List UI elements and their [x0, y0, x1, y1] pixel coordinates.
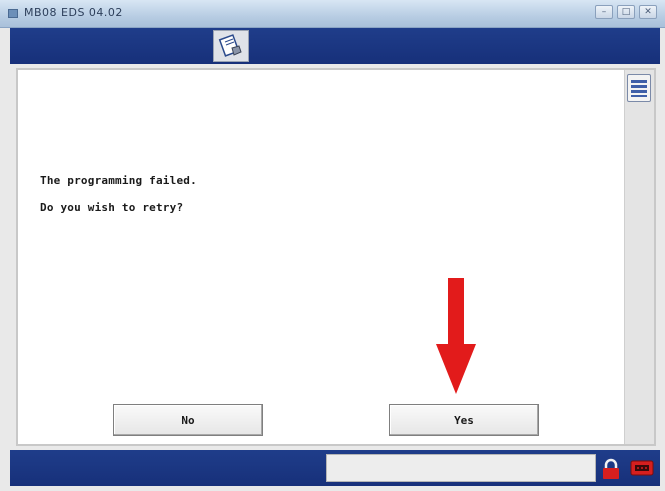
side-strip: [624, 70, 654, 444]
lock-icon[interactable]: [600, 458, 622, 480]
yes-button[interactable]: Yes: [389, 404, 539, 436]
obd-connector-icon[interactable]: [630, 457, 654, 479]
document-hand-icon[interactable]: [213, 30, 249, 62]
message-retry-question: Do you wish to retry?: [40, 201, 184, 214]
maximize-button[interactable]: □: [617, 5, 635, 19]
window-title: MB08 EDS 04.02: [24, 6, 123, 19]
bottom-statusbar: [10, 450, 660, 486]
dialog-panel: The programming failed. Do you wish to r…: [16, 68, 656, 446]
close-button[interactable]: ✕: [639, 5, 657, 19]
minimize-button[interactable]: –: [595, 5, 613, 19]
app-window-icon: [8, 9, 18, 18]
message-programming-failed: The programming failed.: [40, 174, 197, 187]
window-controls: – □ ✕: [595, 5, 657, 19]
no-button[interactable]: No: [113, 404, 263, 436]
status-field: [326, 454, 596, 482]
window-titlebar: MB08 EDS 04.02 – □ ✕: [0, 0, 665, 28]
list-icon[interactable]: [627, 74, 651, 102]
top-toolbar: [10, 28, 660, 64]
red-arrow-annotation: [436, 278, 476, 394]
